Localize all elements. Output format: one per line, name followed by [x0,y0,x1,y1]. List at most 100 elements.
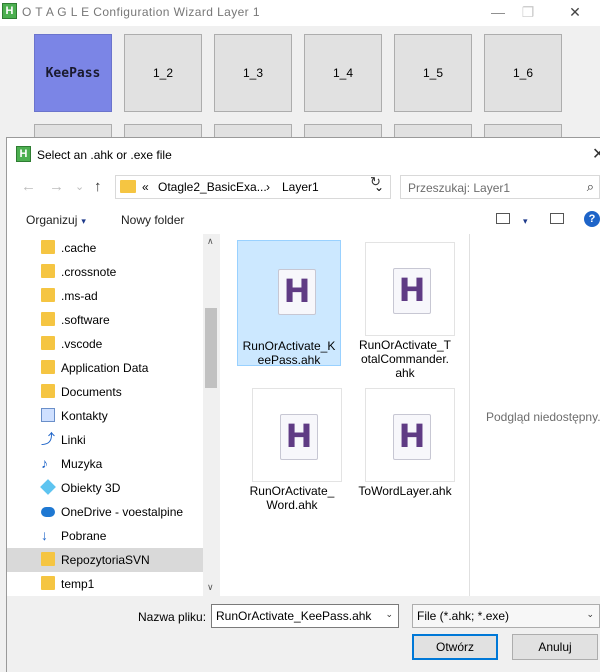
search-box[interactable]: Przeszukaj: Layer1 ⌕ [400,175,600,199]
layer-button-row2[interactable] [304,124,382,138]
breadcrumb-segment[interactable]: Otagle2_BasicExa... [158,180,267,194]
nav-item[interactable]: .cache [7,236,203,260]
nav-item[interactable]: ♪ Muzyka [7,452,203,476]
file-name: RunOrActivate_ Word.ahk [249,484,335,512]
file-name: RunOrActivate_K eePass.ahk [242,339,336,367]
objects-3d-icon [40,479,56,495]
file-name: ToWordLayer.ahk [358,484,452,498]
layer-button-row2[interactable] [124,124,202,138]
up-folder-icon[interactable]: ↑ [94,178,102,195]
wizard-close-button[interactable]: ✕ [555,2,595,22]
search-placeholder: Przeszukaj: Layer1 [408,181,511,195]
layer-button-1-4[interactable]: 1_4 [304,34,382,112]
folder-icon [41,264,55,278]
layer-button-row2[interactable] [214,124,292,138]
navigation-bar: ← → ⌄ ↑ « Otagle2_BasicExa... › Layer1 ⌄… [7,170,600,204]
organize-label: Organizuj [26,213,78,227]
nav-item[interactable]: Documents [7,380,203,404]
file-thumbnail: H [365,242,455,336]
file-item[interactable]: H RunOrActivate_T otalCommander. ahk [353,240,457,380]
chevron-down-icon[interactable]: ⌄ [385,609,393,620]
layer-button-row2[interactable] [394,124,472,138]
nav-item[interactable]: .ms-ad [7,284,203,308]
filename-input[interactable]: RunOrActivate_KeePass.ahk ⌄ [211,604,399,628]
filetype-select[interactable]: File (*.ahk; *.exe) ⌄ [412,604,600,628]
new-folder-button[interactable]: Nowy folder [121,213,184,227]
wizard-app-icon: H [2,3,17,19]
nav-item-label: .software [61,313,110,327]
layer-button-1-6[interactable]: 1_6 [484,34,562,112]
file-open-dialog: H Select an .ahk or .exe file ✕ ← → ⌄ ↑ … [6,137,600,672]
folder-icon [41,384,55,398]
nav-item-label: .ms-ad [61,289,98,303]
contacts-icon [41,408,55,422]
nav-item[interactable]: RepozytoriaSVN [7,548,203,572]
layer-button-1-5[interactable]: 1_5 [394,34,472,112]
restore-button[interactable]: ❐ [508,2,548,22]
ahk-glyph: H [398,271,426,309]
refresh-icon[interactable]: ↻ [370,174,381,190]
folder-icon [41,552,55,566]
nav-item[interactable]: ↓ Pobrane [7,524,203,548]
help-icon[interactable]: ? [584,211,600,227]
dialog-toolbar: Organizuj ▾ Nowy folder ▾ ? [7,204,600,234]
cancel-button[interactable]: Anuluj [512,634,598,660]
nav-item-label: Documents [61,385,122,399]
nav-item[interactable]: .vscode [7,332,203,356]
breadcrumb-separator[interactable]: › [266,180,270,194]
recent-locations-icon[interactable]: ⌄ [75,180,84,193]
dialog-app-icon: H [16,146,31,162]
download-icon: ↓ [41,527,48,543]
address-bar[interactable]: « Otagle2_BasicExa... › Layer1 ⌄ [115,175,391,199]
file-item[interactable]: H RunOrActivate_ Word.ahk [240,386,344,512]
nav-item-label: Pobrane [61,529,107,543]
open-button[interactable]: Otwórz [412,634,498,660]
back-icon[interactable]: ← [21,178,36,195]
nav-item-label: temp1 [61,577,95,591]
layer-button-1-3[interactable]: 1_3 [214,34,292,112]
file-item[interactable]: H ToWordLayer.ahk [353,386,457,512]
nav-item[interactable]: Obiekty 3D [7,476,203,500]
folder-icon [41,312,55,326]
nav-item[interactable]: .software [7,308,203,332]
dialog-close-button[interactable]: ✕ [592,144,600,164]
address-overflow[interactable]: « [142,180,149,194]
nav-item[interactable]: Kontakty [7,404,203,428]
forward-icon[interactable]: → [49,178,64,195]
filename-label: Nazwa pliku: [138,610,207,624]
nav-item[interactable]: ⤴ Linki [7,428,203,452]
nav-item[interactable]: OneDrive - voestalpine [7,500,203,524]
preview-pane-icon[interactable] [550,213,564,224]
file-thumbnail: H [365,388,455,482]
scrollbar-thumb[interactable] [205,308,217,388]
ahk-glyph: H [285,417,313,455]
layer-button-1-2[interactable]: 1_2 [124,34,202,112]
nav-item-label: .vscode [61,337,103,351]
layer-button-row2[interactable] [484,124,562,138]
nav-item[interactable]: Application Data [7,356,203,380]
ahk-file-icon: H [393,268,431,314]
layer-button-keepass[interactable]: KeePass [34,34,112,112]
view-options-icon[interactable] [496,213,510,224]
nav-item-label: .cache [61,241,97,255]
folder-icon [41,576,55,590]
organize-menu[interactable]: Organizuj ▾ [26,213,86,227]
search-icon[interactable]: ⌕ [587,179,594,195]
nav-item-label: RepozytoriaSVN [61,553,150,567]
folder-icon [120,180,136,193]
chevron-down-icon: ▾ [81,216,86,226]
scroll-down-icon[interactable]: ∨ [207,582,214,593]
breadcrumb-segment[interactable]: Layer1 [282,180,319,194]
file-item[interactable]: H RunOrActivate_K eePass.ahk [237,240,341,367]
nav-item[interactable]: temp1 [7,572,203,596]
filetype-value: File (*.ahk; *.exe) [417,609,510,623]
music-icon: ♪ [41,455,48,471]
nav-item[interactable]: .crossnote [7,260,203,284]
view-dropdown-icon[interactable]: ▾ [519,213,528,227]
chevron-down-icon[interactable]: ⌄ [586,609,594,620]
file-thumbnail: H [252,388,342,482]
navigation-scrollbar[interactable]: ∧ ∨ [203,234,220,596]
folder-icon [41,240,55,254]
layer-button-row2[interactable] [34,124,112,138]
scroll-up-icon[interactable]: ∧ [207,236,214,247]
